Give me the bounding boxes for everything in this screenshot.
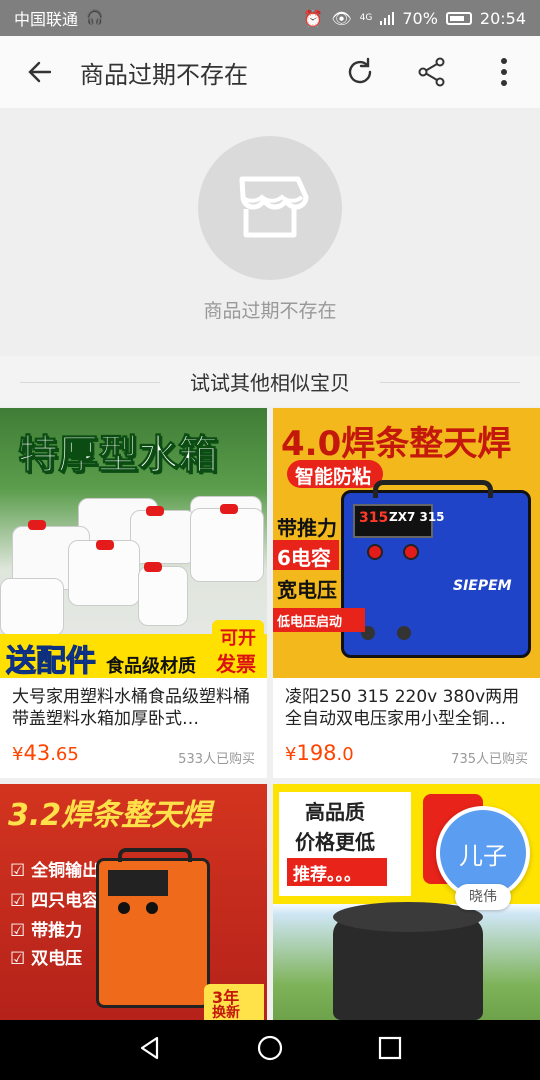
feature-2: 价格更低 [295,830,375,854]
feature-1: 高品质 [305,800,365,824]
triangle-back-icon [140,1036,159,1060]
product-image[interactable]: 4.0焊条整天焊 智能防粘 315 ZX7 315 SIEPEM 带推力 6电容… [273,408,540,678]
feature-3: ☑ 带推力 [10,921,83,941]
product-image-title: 3.2焊条整天焊 [8,798,212,833]
avatar-text: 儿子 [459,841,507,870]
price-currency: ¥ [12,744,24,765]
product-card[interactable]: 4.0焊条整天焊 智能防粘 315 ZX7 315 SIEPEM 带推力 6电容… [273,408,540,778]
page-title: 商品过期不存在 [80,60,248,89]
divider [20,382,160,383]
price-integer: 198 [296,741,337,765]
product-image-invoice-2: 发票 [216,652,256,676]
more-button[interactable] [468,36,540,108]
product-image-title: 特厚型水箱 [18,432,219,479]
nav-home-button[interactable] [256,1034,284,1066]
nav-back-button[interactable] [136,1034,164,1066]
store-icon [239,176,309,238]
alarm-icon: ⏰ [303,8,324,28]
product-image-caption: 食品级材质 [106,656,196,677]
circle-home-icon [257,1035,283,1061]
product-image[interactable]: 特厚型水箱 送配件 食品级材质 可开 发票 [0,408,267,678]
feature-1: ☑ 全铜输出 [10,861,100,881]
system-nav-bar [0,1020,540,1080]
feature-4: 低电压启动 [277,615,343,630]
price-currency: ¥ [285,744,297,765]
back-arrow-icon [28,61,52,83]
product-card[interactable]: 特厚型水箱 送配件 食品级材质 可开 发票 大号家用塑料水桶食品级塑料桶带盖塑料… [0,408,267,778]
empty-state: 商品过期不存在 [0,108,540,356]
feature-3: 推荐。。。 [293,865,361,885]
product-price: ¥198.0 [285,741,354,765]
app-bar: 商品过期不存在 [0,36,540,108]
nav-recents-button[interactable] [376,1034,404,1066]
product-name: 大号家用塑料水桶食品级塑料桶带盖塑料水箱加厚卧式… [12,687,250,729]
product-image-badge: 送配件 [6,644,97,679]
similar-section-header: 试试其他相似宝贝 [0,356,540,406]
refresh-icon [348,57,372,84]
feature-3: 宽电压 [277,578,337,602]
carrier-label: 中国联通 [14,10,79,29]
more-vertical-icon [501,58,507,86]
price-decimal: .0 [336,744,354,765]
battery-icon [445,11,472,25]
product-image[interactable]: 3.2焊条整天焊 ☑ 全铜输出 ☑ 四只电容 ☑ 带推力 ☑ 双电压 3年 换新 [0,784,267,1020]
product-price: ¥43.65 [12,741,79,765]
network-type-label: 4G [359,12,373,23]
divider [380,382,520,383]
price-decimal: .65 [50,744,79,765]
feature-2: ☑ 四只电容 [10,891,100,911]
price-integer: 43 [23,741,51,765]
battery-percent: 70% [402,8,438,28]
signal-icon [380,11,395,25]
empty-message: 商品过期不存在 [203,300,337,322]
square-recents-icon [378,1036,402,1060]
headset-icon: 🎧 [86,10,104,26]
sold-count: 533人已购买 [178,752,255,767]
avatar-name-label: 晓伟 [455,884,511,910]
refresh-button[interactable] [324,36,396,108]
product-card[interactable]: 3.2焊条整天焊 ☑ 全铜输出 ☑ 四只电容 ☑ 带推力 ☑ 双电压 3年 换新 [0,784,267,1020]
welder-model: ZX7 315 [389,510,445,524]
product-name: 凌阳250 315 220v 380v两用全自动双电压家用小型全铜… [285,687,520,729]
product-image-title: 4.0焊条整天焊 [281,424,512,464]
feature-4: ☑ 双电压 [10,949,83,969]
warranty-badge-2: 换新 [212,1005,240,1020]
share-button[interactable] [396,36,468,108]
section-title: 试试其他相似宝贝 [190,370,350,395]
eye-icon: 👁 [331,8,352,28]
product-image-invoice-1: 可开 [220,628,256,649]
sold-count: 735人已购买 [451,752,528,767]
share-icon [418,57,445,87]
store-icon-circle [198,136,342,280]
back-button[interactable] [0,36,80,108]
status-bar: 中国联通 🎧 ⏰ 👁 4G 70% 20:54 [0,0,540,36]
product-image-badge: 智能防粘 [295,466,372,488]
clock: 20:54 [479,8,526,28]
feature-1: 带推力 [277,516,337,540]
feature-2: 6电容 [277,546,331,570]
welder-brand: SIEPEM [453,578,512,594]
